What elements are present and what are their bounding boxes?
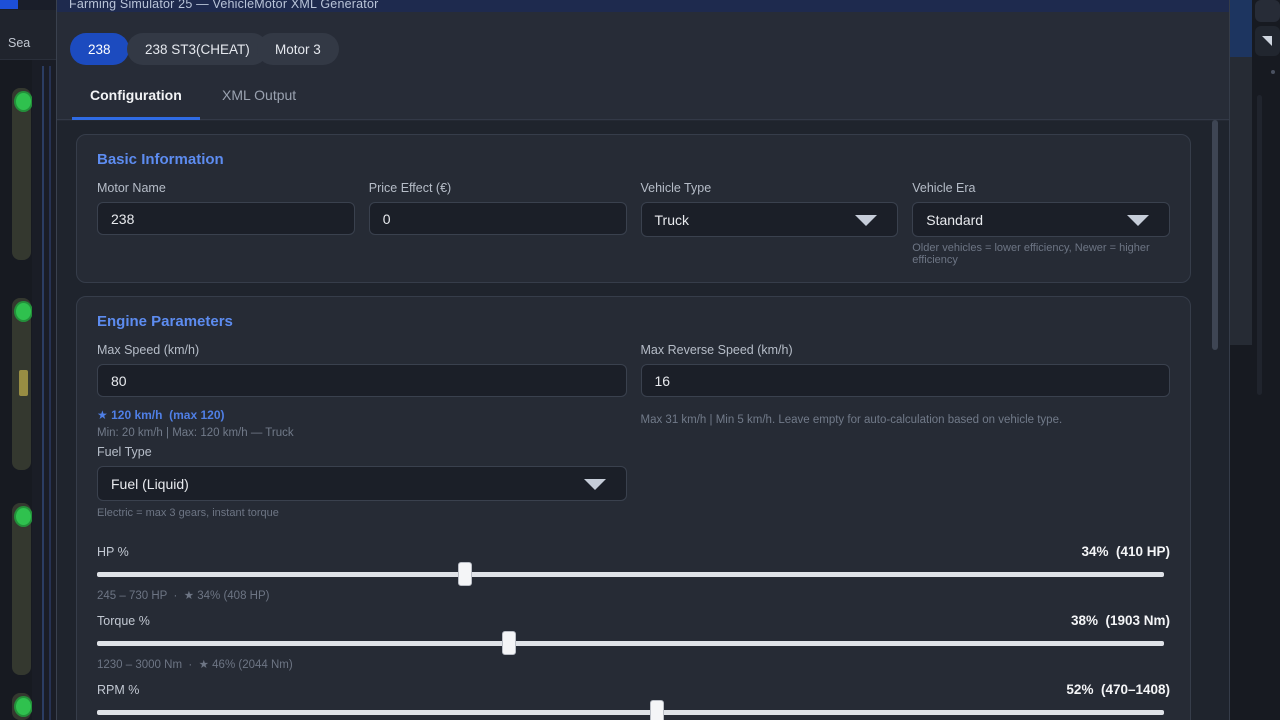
basic-information-title: Basic Information (97, 151, 1170, 168)
window-titlebar: Farming Simulator 25 — VehicleMotor XML … (57, 0, 1229, 12)
engine-parameters-title: Engine Parameters (97, 313, 1170, 330)
basic-information-card: Basic Information Motor Name Price Effec… (76, 134, 1191, 283)
background-app-right (1226, 0, 1280, 720)
window-title: Farming Simulator 25 — VehicleMotor XML … (69, 0, 1229, 11)
background-search-bar[interactable]: Sea (0, 10, 56, 60)
vehicle-type-select[interactable]: Truck (641, 202, 899, 237)
chevron-down-icon (1127, 215, 1149, 226)
price-effect-field-group: Price Effect (€) (369, 181, 627, 266)
vehicle-era-select[interactable]: Standard (912, 202, 1170, 237)
max-speed-label: Max Speed (km/h) (97, 343, 627, 357)
rpm-slider-value: 52% (470–1408) (1066, 682, 1170, 697)
max-speed-range-helper: Min: 20 km/h | Max: 120 km/h — Truck (97, 427, 627, 439)
green-status-icon (14, 506, 33, 527)
vehicle-era-label: Vehicle Era (912, 181, 1170, 195)
background-accent-line (49, 66, 51, 720)
torque-slider-value: 38% (1903 Nm) (1071, 613, 1170, 628)
green-status-icon (14, 696, 33, 717)
rpm-slider-group: RPM % 52% (470–1408) 550 – 2200 RPM · ★ … (97, 682, 1170, 720)
background-card (12, 88, 31, 260)
vehicle-era-field-group: Vehicle Era Standard Older vehicles = lo… (912, 181, 1170, 266)
torque-slider-helper: 1230 – 3000 Nm · ★ 46% (2044 Nm) (97, 657, 1170, 671)
engine-parameters-card: Engine Parameters Max Speed (km/h) ★ 120… (76, 296, 1191, 720)
motor-tab-238[interactable]: 238 (70, 33, 129, 65)
max-reverse-speed-input[interactable] (641, 364, 1171, 397)
cursor-icon (1262, 36, 1272, 46)
motor-name-input[interactable] (97, 202, 355, 235)
vehiclemotor-generator-window: Farming Simulator 25 — VehicleMotor XML … (56, 0, 1230, 720)
rpm-slider-handle[interactable] (650, 700, 664, 720)
motor-tab-238-st3-cheat[interactable]: 238 ST3(CHEAT) (127, 33, 268, 65)
hp-slider-value: 34% (410 HP) (1081, 544, 1170, 559)
configuration-panel: Basic Information Motor Name Price Effec… (57, 121, 1229, 720)
motor-tabs-bar: 238 238 ST3(CHEAT) Motor 3 (57, 12, 1229, 72)
price-effect-input[interactable] (369, 202, 627, 235)
hp-slider-label: HP % (97, 545, 129, 559)
green-status-icon (14, 91, 33, 112)
fuel-type-helper: Electric = max 3 gears, instant torque (97, 507, 627, 519)
motor-tab-motor-3[interactable]: Motor 3 (257, 33, 339, 65)
max-speed-recommended: ★ 120 km/h (max 120) (97, 408, 627, 422)
hp-slider-handle[interactable] (458, 562, 472, 586)
background-app-left: Sea (0, 0, 56, 720)
motor-name-field-group: Motor Name (97, 181, 355, 266)
rpm-slider-label: RPM % (97, 683, 139, 697)
rpm-slider-track[interactable] (97, 710, 1164, 715)
max-speed-input[interactable] (97, 364, 627, 397)
background-card (12, 503, 31, 675)
fuel-type-value: Fuel (Liquid) (111, 476, 189, 492)
fuel-type-label: Fuel Type (97, 445, 627, 459)
background-dot (1271, 70, 1275, 74)
green-status-icon (14, 301, 33, 322)
search-input[interactable]: Sea (8, 36, 30, 50)
hp-slider-helper: 245 – 730 HP · ★ 34% (408 HP) (97, 588, 1170, 602)
content-scrollbar-thumb[interactable] (1212, 120, 1218, 350)
tab-xml-output[interactable]: XML Output (204, 72, 314, 120)
hp-slider-group: HP % 34% (410 HP) 245 – 730 HP · ★ 34% (… (97, 544, 1170, 602)
background-send-button[interactable] (1255, 26, 1280, 56)
vehicle-type-field-group: Vehicle Type Truck (641, 181, 899, 266)
max-reverse-speed-helper: Max 31 km/h | Min 5 km/h. Leave empty fo… (641, 414, 1171, 426)
fuel-type-select[interactable]: Fuel (Liquid) (97, 466, 627, 501)
vehicle-type-value: Truck (655, 212, 689, 228)
max-speed-field-group: Max Speed (km/h) ★ 120 km/h (max 120) Mi… (97, 343, 627, 439)
max-reverse-field-group: Max Reverse Speed (km/h) Max 31 km/h | M… (641, 343, 1171, 439)
vehicle-era-value: Standard (926, 212, 983, 228)
background-button[interactable] (1255, 0, 1280, 22)
fuel-type-field-group: Fuel Type Fuel (Liquid) Electric = max 3… (97, 445, 627, 519)
max-reverse-speed-label: Max Reverse Speed (km/h) (641, 343, 1171, 357)
background-accent-line (42, 66, 44, 720)
engine-sliders: HP % 34% (410 HP) 245 – 730 HP · ★ 34% (… (97, 544, 1170, 720)
vehicle-era-helper: Older vehicles = lower efficiency, Newer… (912, 242, 1170, 266)
background-item-icon (19, 370, 28, 396)
background-panel (32, 0, 56, 720)
price-effect-label: Price Effect (€) (369, 181, 627, 195)
view-tabs-bar: Configuration XML Output (57, 72, 1229, 120)
tab-configuration[interactable]: Configuration (72, 72, 200, 120)
torque-slider-group: Torque % 38% (1903 Nm) 1230 – 3000 Nm · … (97, 613, 1170, 671)
torque-slider-label: Torque % (97, 614, 150, 628)
background-divider (1257, 95, 1262, 395)
vehicle-type-label: Vehicle Type (641, 181, 899, 195)
chevron-down-icon (584, 479, 606, 490)
motor-name-label: Motor Name (97, 181, 355, 195)
chevron-down-icon (855, 215, 877, 226)
torque-slider-handle[interactable] (502, 631, 516, 655)
background-active-tab-fragment (0, 0, 18, 9)
hp-slider-track[interactable] (97, 572, 1164, 577)
torque-slider-track[interactable] (97, 641, 1164, 646)
